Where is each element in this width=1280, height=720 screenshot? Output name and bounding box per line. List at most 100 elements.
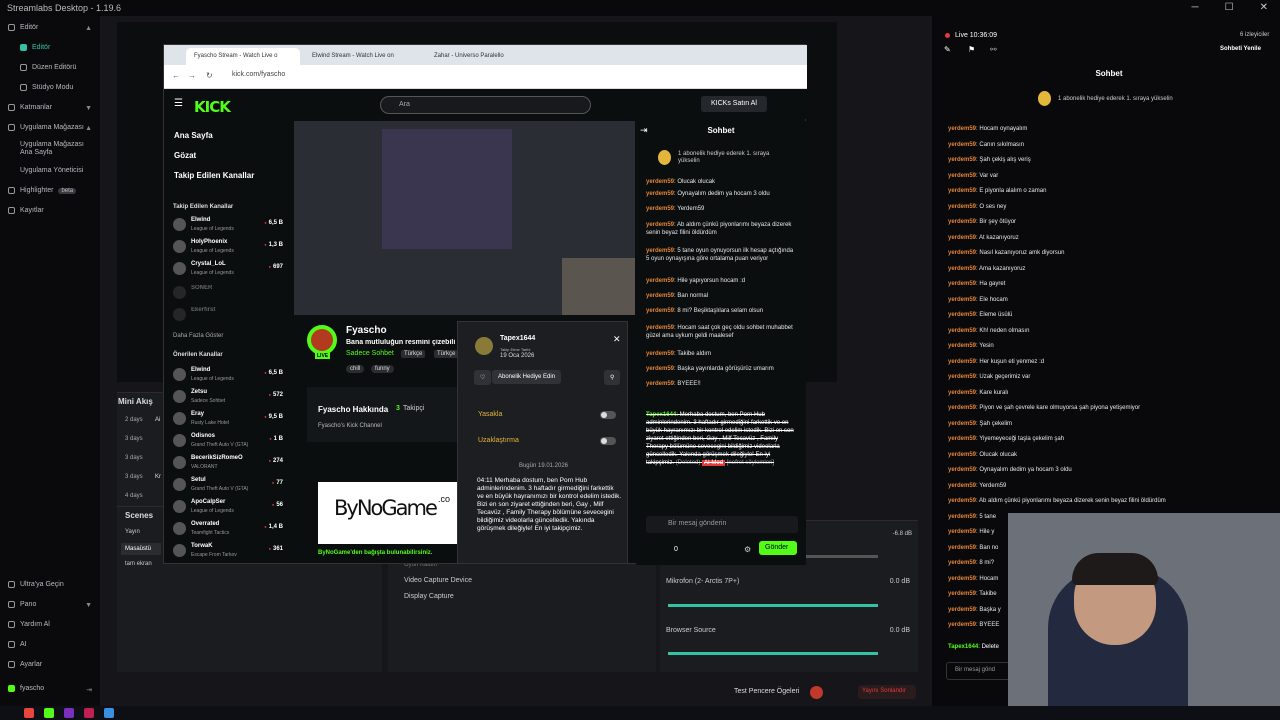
gear-icon[interactable]: ⚙	[744, 545, 751, 554]
scene-item-active[interactable]: Masaüstü	[121, 543, 161, 555]
sidebar-item-app-manager[interactable]: Uygulama Yöneticisi	[20, 167, 83, 174]
channel-item[interactable]: BecerikSizRomeOVALORANT274	[173, 453, 285, 475]
refresh-chat-button[interactable]: Sohbeti Yenile	[1220, 46, 1261, 52]
gift-sub-button[interactable]: Abonelik Hediye Edin	[492, 370, 562, 384]
forward-icon[interactable]: →	[188, 71, 196, 80]
timeout-toggle[interactable]	[600, 437, 616, 445]
chevron-down-icon[interactable]: ▼	[85, 602, 92, 609]
sidebar-item-store-home[interactable]: Uygulama Mağazası Ana Sayfa	[20, 141, 90, 157]
ai-mod-badge: AI Mod	[702, 460, 726, 466]
app-icon[interactable]	[104, 708, 114, 718]
close-icon[interactable]: ✕	[613, 334, 621, 345]
ban-toggle[interactable]	[600, 411, 616, 419]
app-icon[interactable]	[84, 708, 94, 718]
sidebar-user[interactable]: fyascho	[8, 685, 44, 692]
chat-message: yerdem59: BYEEE	[948, 622, 1000, 628]
sidebar-item-studio-mode[interactable]: Stüdyo Modu	[20, 84, 73, 91]
follow-heart-icon[interactable]: ♡	[474, 370, 492, 385]
tag-chip[interactable]: Türkçe	[401, 350, 426, 358]
channel-item[interactable]: OdisnosGrand Theft Auto V (GTA)1 B	[173, 431, 285, 453]
reload-icon[interactable]: ↻	[206, 71, 213, 80]
avatar	[173, 218, 186, 231]
kick-icon[interactable]	[44, 708, 54, 718]
nav-browse[interactable]: Gözat	[174, 151, 196, 160]
gift-banner-text[interactable]: 1 abonelik hediye ederek 1. sıraya yükse…	[1058, 96, 1173, 102]
sidebar-item-ai[interactable]: AI	[8, 641, 27, 648]
streamer-name[interactable]: Fyascho	[346, 325, 387, 336]
sidebar-item-app-store[interactable]: Uygulama Mağazası	[8, 124, 84, 131]
share-icon[interactable]: ⚯	[990, 45, 997, 54]
sidebar-item-highlighter[interactable]: Highlighter beta	[8, 187, 77, 194]
chrome-icon[interactable]	[24, 708, 34, 718]
source-item[interactable]: Display Capture	[404, 593, 454, 600]
edit-icon[interactable]: ✎	[944, 45, 951, 54]
show-more-link[interactable]: Daha Fazla Göster	[173, 333, 223, 339]
chat-message: yerdem59: Ab aldım çünkü piyonlarımı bey…	[948, 498, 1166, 504]
pin-icon[interactable]: ⚑	[968, 45, 975, 54]
mixer-slider[interactable]	[668, 652, 878, 655]
minimize-button[interactable]: ─	[1192, 2, 1199, 13]
sidebar-item-layout-editor[interactable]: Düzen Editörü	[20, 64, 76, 71]
buy-kicks-button[interactable]: KICKs Satın Al	[701, 96, 767, 112]
chevron-up-icon[interactable]: ▲	[85, 25, 92, 32]
avatar	[173, 262, 186, 275]
source-item[interactable]: Video Capture Device	[404, 577, 472, 584]
chat-message: yerdem59: Canın sıkılmasın	[948, 141, 1025, 148]
back-icon[interactable]: ←	[172, 71, 180, 80]
channel-item-offline[interactable]: Ekerfirst	[173, 305, 285, 327]
tab-zahar[interactable]: Zahar - Universo Paralello	[426, 48, 530, 65]
channel-item[interactable]: TorwaKEscape From Tarkov361	[173, 541, 285, 563]
tag-chip[interactable]: chill	[346, 365, 365, 373]
maximize-button[interactable]: ☐	[1225, 2, 1234, 13]
close-button[interactable]: ✕	[1260, 2, 1268, 13]
channel-item[interactable]: Crystal_LoLLeague of Legends697	[173, 259, 285, 281]
scene-item[interactable]: Yayın	[125, 529, 140, 535]
channel-item[interactable]: ErayRusty Lake Hotel9,5 B	[173, 409, 285, 431]
kick-logo[interactable]: KICK	[194, 98, 231, 116]
streamer-avatar[interactable]	[307, 325, 337, 355]
search-input[interactable]: Ara	[380, 96, 591, 114]
mixer-db: 0.0 dB	[889, 627, 910, 634]
channel-item[interactable]: HolyPhoenixLeague of Legends1,3 B	[173, 237, 285, 259]
menu-icon[interactable]: ☰	[174, 98, 183, 109]
sidebar-item-ultra[interactable]: Ultra'ya Geçin	[8, 581, 64, 588]
video-player[interactable]	[294, 121, 635, 315]
send-button[interactable]: Gönder	[759, 541, 797, 555]
mod-icon[interactable]: ⚲	[604, 370, 621, 385]
sidebar-item-help[interactable]: Yardım Al	[8, 621, 50, 628]
chevron-up-icon[interactable]: ▲	[85, 125, 92, 132]
scene-item[interactable]: tam ekran	[125, 561, 152, 567]
logout-icon[interactable]: ⇥	[86, 686, 92, 694]
sidebar-item-dashboard[interactable]: Pano	[8, 601, 36, 608]
channel-item[interactable]: SetulGrand Theft Auto V (GTA)77	[173, 475, 285, 497]
about-title: Fyascho Hakkında	[318, 405, 389, 414]
channel-item[interactable]: ElwindLeague of Legends6,5 B	[173, 215, 285, 237]
sidebar-item-settings[interactable]: Ayarlar	[8, 661, 42, 668]
channel-item[interactable]: OverratedTeamfight Tactics1,4 B	[173, 519, 285, 541]
record-icon[interactable]	[810, 686, 823, 699]
url-input[interactable]: kick.com/fyascho	[232, 71, 285, 78]
stream-category[interactable]: Sadece Sohbet	[346, 350, 394, 357]
nav-home[interactable]: Ana Sayfa	[174, 131, 213, 140]
end-stream-button[interactable]: Yayını Sonlandır	[858, 685, 916, 699]
chat-input[interactable]: Bir mesaj gönderin	[646, 516, 798, 533]
tag-chip[interactable]: Türkçe	[434, 350, 459, 358]
app-icon[interactable]	[64, 708, 74, 718]
channel-item[interactable]: ApoCalpSerLeague of Legends56	[173, 497, 285, 519]
tab-elwind[interactable]: Elwind Stream - Watch Live on	[304, 48, 422, 65]
channel-item-offline[interactable]: SONER	[173, 283, 285, 305]
tab-fyascho[interactable]: Fyascho Stream - Watch Live o	[186, 48, 300, 65]
sidebar-item-editor-group[interactable]: Editör	[8, 24, 38, 31]
ad-banner[interactable]: ByNoGame .co	[318, 482, 458, 544]
sidebar: Editör ▲ Editör Düzen Editörü Stüdyo Mod…	[0, 16, 100, 706]
chevron-down-icon[interactable]: ▼	[85, 105, 92, 112]
mixer-slider[interactable]	[668, 604, 878, 607]
sidebar-item-layers[interactable]: Katmanlar	[8, 104, 52, 111]
sidebar-item-recordings[interactable]: Kayıtlar	[8, 207, 44, 214]
nav-following[interactable]: Takip Edilen Kanallar	[174, 171, 254, 180]
sidebar-item-editor[interactable]: Editör	[20, 44, 50, 51]
channel-item[interactable]: ZetsuSadece Sohbet572	[173, 387, 285, 409]
gift-banner[interactable]: 1 abonelik hediye ederek 1. sıraya yükse…	[658, 149, 798, 169]
channel-item[interactable]: ElwindLeague of Legends6,5 B	[173, 365, 285, 387]
tag-chip[interactable]: funny	[371, 365, 394, 373]
